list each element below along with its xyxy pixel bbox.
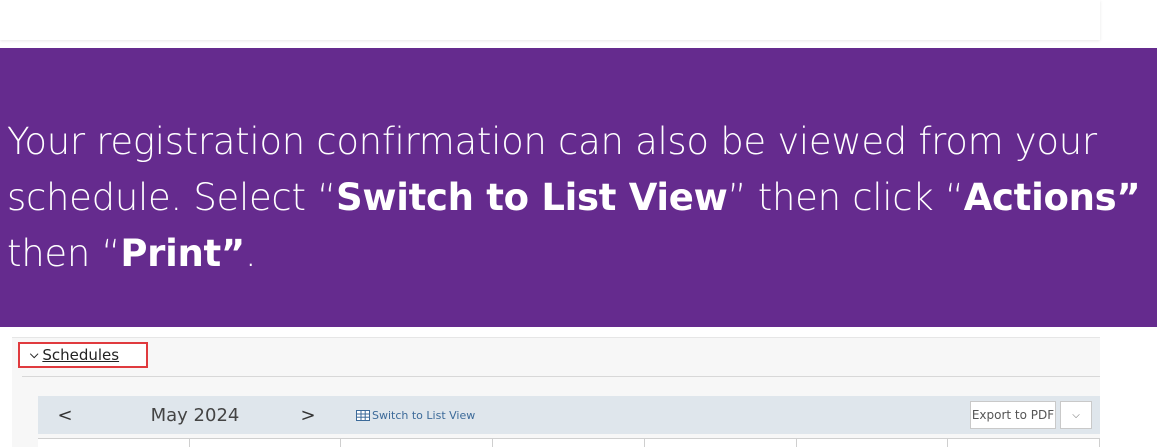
print-emphasis: Print” [120, 232, 245, 275]
top-strip [0, 0, 1157, 48]
switch-to-list-view-emphasis: Switch to List View [336, 176, 728, 219]
schedules-label: Schedules [42, 346, 120, 364]
next-month-button[interactable]: > [293, 396, 323, 434]
grid-icon [356, 409, 370, 421]
section-divider [22, 376, 1100, 377]
instruction-line-1: Your registration confirmation can also … [7, 120, 1097, 163]
switch-to-list-view-link[interactable]: Switch to List View [356, 396, 475, 434]
actions-emphasis: Actions” [963, 176, 1141, 219]
export-to-pdf-button[interactable]: Export to PDF [970, 401, 1056, 429]
chevron-down-icon: ⌵ [1072, 409, 1080, 421]
chevron-down-icon: ⌵ [30, 348, 39, 361]
schedules-toggle[interactable]: ⌵ Schedules [18, 342, 148, 368]
top-card [0, 0, 1100, 40]
instruction-text: Your registration confirmation can also … [7, 120, 1141, 275]
instruction-banner: Your registration confirmation can also … [0, 48, 1157, 327]
prev-month-button[interactable]: < [50, 396, 80, 434]
export-dropdown-button[interactable]: ⌵ [1060, 401, 1092, 429]
month-label: May 2024 [150, 404, 240, 426]
calendar-toolbar: < May 2024 > Switch to List View Export … [38, 396, 1100, 434]
switch-to-list-view-label: Switch to List View [372, 408, 476, 422]
